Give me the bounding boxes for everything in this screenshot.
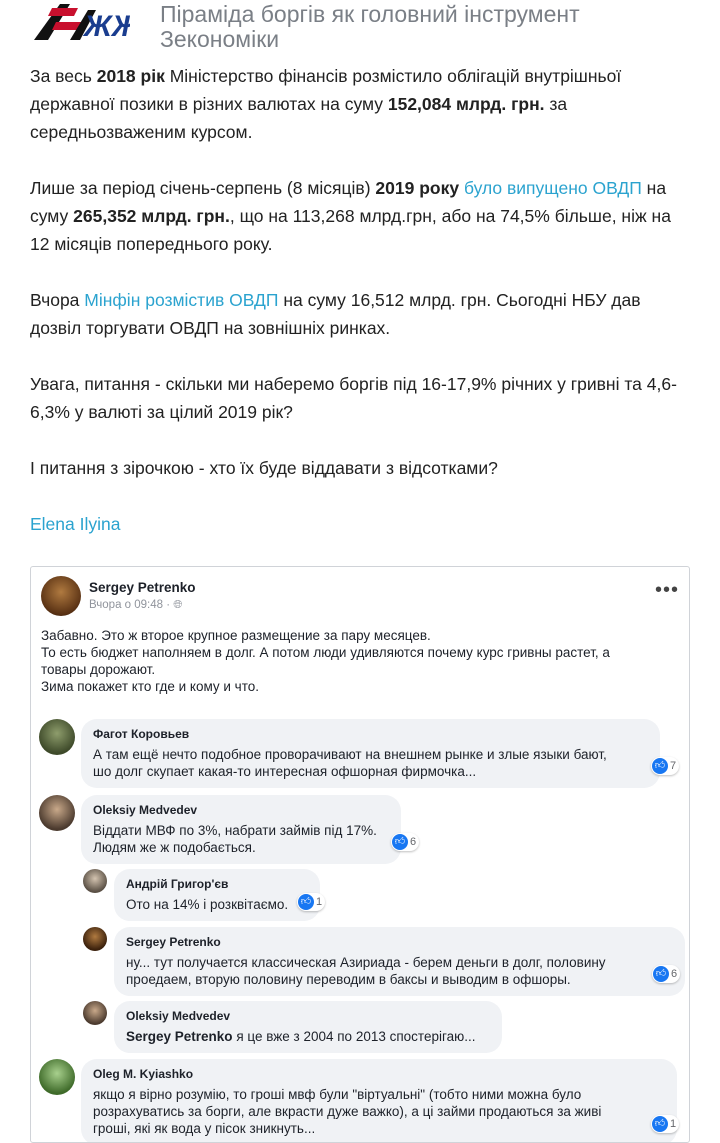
avatar[interactable] [39, 719, 75, 755]
text: Вчора [30, 290, 85, 310]
comment-line: проедаем, вторую половину переводим в ба… [126, 972, 571, 987]
post-line: Забавно. Это ж второе крупное размещение… [41, 628, 431, 643]
like-count: 1 [316, 896, 323, 908]
facebook-post-embed: Sergey Petrenko Вчора о 09:48 · 🌐︎ ••• З… [30, 566, 690, 1143]
paragraph-1: За весь 2018 рік Міністерство фінансів р… [30, 62, 695, 146]
post-author[interactable]: Sergey Petrenko [89, 580, 196, 595]
like-icon: 👍︎ [652, 1116, 668, 1132]
globe-icon: 🌐︎ [173, 599, 183, 611]
comment-bubble: Oleksiy Medvedev Віддати МВФ по 3%, набр… [81, 795, 401, 864]
comment-line: ну... тут получается классическая Азириа… [126, 955, 606, 970]
comment-line: Sergey Petrenko я це вже з 2004 по 2013 … [126, 1028, 490, 1045]
bold-text: 2019 року [375, 178, 460, 198]
ovdp-issued-link[interactable]: було випущено ОВДП [464, 178, 642, 198]
comment-line: Людям же ж подобається. [93, 840, 256, 855]
like-icon: 👍︎ [653, 966, 669, 982]
comment-line: гроші, які як вода у пісок зникнуть... [93, 1121, 316, 1136]
comment-line: Ото на 14% і розквітаємо. [126, 897, 289, 912]
author-link[interactable]: Elena Ilyina [30, 510, 695, 538]
bold-text: 152,084 млрд. грн. [387, 94, 545, 114]
paragraph-4: Увага, питання - скільки ми наберемо бор… [30, 374, 677, 422]
article-body: За весь 2018 рік Міністерство фінансів р… [30, 62, 695, 566]
comment-bubble: Фагот Коровьев А там ещё нечто подобное … [81, 719, 660, 788]
comment-author[interactable]: Oleksiy Medvedev [126, 1008, 490, 1025]
paragraph-3: Вчора Мінфін розмістив ОВДП на суму 16,5… [30, 286, 695, 342]
reaction-count[interactable]: 👍︎ 6 [391, 833, 420, 851]
timestamp-text: Вчора о 09:48 · [89, 599, 174, 611]
like-count: 6 [671, 968, 678, 980]
like-icon: 👍︎ [652, 758, 668, 774]
post-timestamp[interactable]: Вчора о 09:48 · 🌐︎ [89, 599, 182, 612]
more-options-icon[interactable]: ••• [655, 579, 679, 602]
reaction-count[interactable]: 👍︎ 7 [651, 757, 680, 775]
avatar[interactable] [83, 869, 107, 893]
comment-author[interactable]: Фагот Коровьев [93, 726, 648, 743]
text: Лише за період січень-серпень (8 місяців… [30, 178, 376, 198]
mention-tag[interactable]: Sergey Petrenko [126, 1029, 233, 1044]
minfin-ovdp-link[interactable]: Мінфін розмістив ОВДП [84, 290, 278, 310]
comment-author[interactable]: Oleg M. Kyiashko [93, 1066, 665, 1083]
comment-author[interactable]: Андрій Григор'єв [126, 876, 308, 893]
comment-line: шо долг скупает какая-то интересная офшо… [93, 764, 477, 779]
post-line: товары дорожают. [41, 662, 156, 677]
bold-text: 265,352 млрд. грн. [73, 206, 230, 226]
post-text: Забавно. Это ж второе крупное размещение… [41, 627, 661, 695]
avatar[interactable] [83, 927, 107, 951]
reaction-count[interactable]: 👍︎ 1 [651, 1115, 680, 1133]
text: За весь [30, 66, 97, 86]
like-icon: 👍︎ [392, 834, 408, 850]
like-count: 7 [670, 760, 677, 772]
comment-line: А там ещё нечто подобное проворачивают н… [93, 747, 607, 762]
post-line: То есть бюджет наполняем в долг. А потом… [41, 645, 610, 660]
reaction-count[interactable]: 👍︎ 1 [297, 893, 326, 911]
like-icon: 👍︎ [298, 894, 314, 910]
page-title: Піраміда боргів як головний інструмент З… [160, 1, 580, 52]
reaction-count[interactable]: 👍︎ 6 [652, 965, 681, 983]
avatar[interactable] [83, 1001, 107, 1025]
comment-bubble: Oleg M. Kyiashko якщо я вірно розумію, т… [81, 1059, 677, 1142]
comment-text: я це вже з 2004 по 2013 спостерігаю... [232, 1029, 476, 1044]
comment-line: розрахуватись за борги, але вкрасти дуже… [93, 1104, 602, 1119]
paragraph-5: І питання з зірочкою - хто їх буде відда… [30, 458, 498, 478]
comment-line: якщо я вірно розумію, то гроші мвф були … [93, 1087, 582, 1102]
bold-text: 2018 рік [96, 66, 165, 86]
comment-bubble: Sergey Petrenko ну... тут получается кла… [114, 927, 685, 996]
paragraph-2: Лише за період січень-серпень (8 місяців… [30, 174, 695, 258]
site-logo[interactable]: ЖЖ [30, 0, 142, 43]
comment-author[interactable]: Oleksiy Medvedev [93, 802, 389, 819]
like-count: 1 [670, 1118, 677, 1130]
comment-bubble: Андрій Григор'єв Ото на 14% і розквітаєм… [114, 869, 320, 921]
comment-line: Віддати МВФ по 3%, набрати займів під 17… [93, 823, 377, 838]
avatar[interactable] [39, 1059, 75, 1095]
like-count: 6 [410, 836, 417, 848]
logo-text: ЖЖ [82, 10, 130, 42]
comment-bubble: Oleksiy Medvedev Sergey Petrenko я це вж… [114, 1001, 502, 1053]
avatar[interactable] [41, 576, 81, 616]
post-line: Зима покажет кто где и кому и что. [41, 679, 259, 694]
logo-icon: ЖЖ [34, 4, 142, 43]
avatar[interactable] [39, 795, 75, 831]
comment-author[interactable]: Sergey Petrenko [126, 934, 673, 951]
